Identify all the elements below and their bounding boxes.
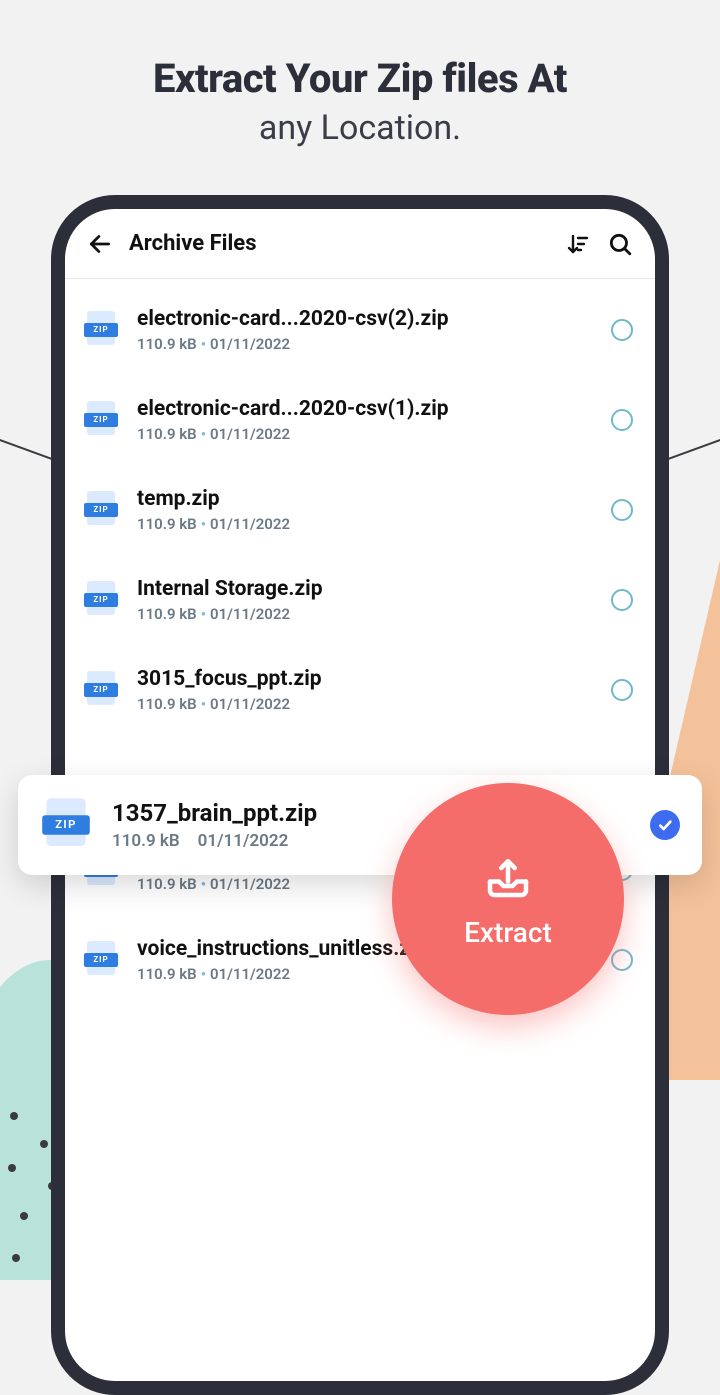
- page-title: Archive Files: [129, 231, 557, 256]
- select-radio[interactable]: [611, 319, 633, 341]
- file-meta: 110.9 kB•01/11/2022: [137, 515, 611, 533]
- app-bar: Archive Files: [65, 209, 655, 279]
- extract-icon: [481, 850, 535, 904]
- list-item[interactable]: ZIP temp.zip 110.9 kB•01/11/2022: [65, 465, 655, 555]
- extract-label: Extract: [464, 916, 552, 949]
- zip-file-icon: ZIP: [85, 941, 117, 979]
- select-radio[interactable]: [611, 499, 633, 521]
- zip-file-icon: ZIP: [44, 798, 89, 851]
- file-name: 3015_focus_ppt.zip: [137, 667, 611, 691]
- select-radio[interactable]: [611, 949, 633, 971]
- select-radio[interactable]: [611, 679, 633, 701]
- headline-line1: Extract Your Zip files At: [0, 55, 720, 102]
- check-icon: [657, 817, 673, 833]
- list-item[interactable]: ZIP Internal Storage.zip 110.9 kB•01/11/…: [65, 555, 655, 645]
- select-radio[interactable]: [611, 589, 633, 611]
- file-name: Internal Storage.zip: [137, 577, 611, 601]
- list-item[interactable]: ZIP electronic-card...2020-csv(1).zip 11…: [65, 375, 655, 465]
- file-name: electronic-card...2020-csv(1).zip: [137, 397, 611, 421]
- sort-button[interactable]: [557, 223, 599, 265]
- file-meta: 110.9 kB•01/11/2022: [137, 425, 611, 443]
- zip-file-icon: ZIP: [85, 401, 117, 439]
- back-button[interactable]: [79, 223, 121, 265]
- zip-file-icon: ZIP: [85, 311, 117, 349]
- zip-file-icon: ZIP: [85, 671, 117, 709]
- file-meta: 110.9 kB•01/11/2022: [137, 335, 611, 353]
- arrow-left-icon: [87, 231, 113, 257]
- headline-line2: any Location.: [0, 108, 720, 148]
- extract-button[interactable]: Extract: [392, 783, 624, 1015]
- file-meta: 110.9 kB•01/11/2022: [137, 695, 611, 713]
- file-meta: 110.9 kB•01/11/2022: [137, 605, 611, 623]
- search-button[interactable]: [599, 223, 641, 265]
- search-icon: [607, 231, 633, 257]
- zip-file-icon: ZIP: [85, 581, 117, 619]
- marketing-headline: Extract Your Zip files At any Location.: [0, 0, 720, 148]
- selected-check[interactable]: [650, 810, 680, 840]
- file-name: temp.zip: [137, 487, 611, 511]
- list-item[interactable]: ZIP 3015_focus_ppt.zip 110.9 kB•01/11/20…: [65, 645, 655, 735]
- file-name: electronic-card...2020-csv(2).zip: [137, 307, 611, 331]
- list-item[interactable]: ZIP electronic-card...2020-csv(2).zip 11…: [65, 285, 655, 375]
- select-radio[interactable]: [611, 409, 633, 431]
- zip-file-icon: ZIP: [85, 491, 117, 529]
- sort-icon: [566, 232, 590, 256]
